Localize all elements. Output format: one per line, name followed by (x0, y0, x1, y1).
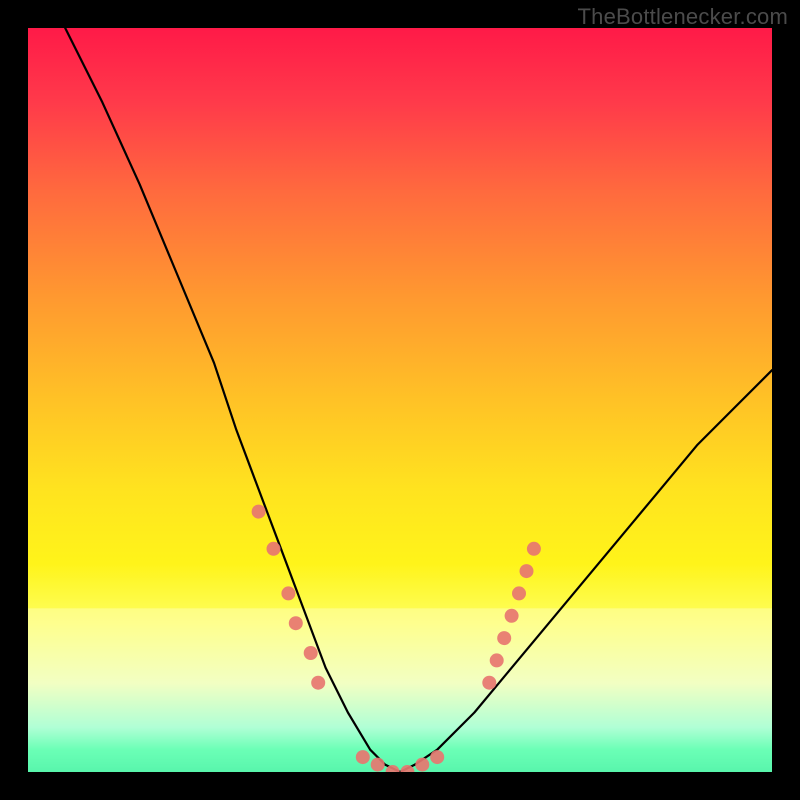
data-marker (512, 586, 526, 600)
data-marker (311, 676, 325, 690)
data-marker (371, 758, 385, 772)
plot-area (28, 28, 772, 772)
bottleneck-curve (65, 28, 772, 772)
data-marker (289, 616, 303, 630)
watermark-text: TheBottlenecker.com (578, 4, 788, 30)
data-marker (430, 750, 444, 764)
data-marker (482, 676, 496, 690)
data-marker (267, 542, 281, 556)
data-marker (497, 631, 511, 645)
best-zone-band (28, 608, 772, 772)
data-marker (520, 564, 534, 578)
data-marker (252, 505, 266, 519)
data-marker (490, 653, 504, 667)
data-marker (281, 586, 295, 600)
data-marker (505, 609, 519, 623)
chart-svg (28, 28, 772, 772)
data-marker (400, 765, 414, 772)
chart-frame: TheBottlenecker.com (0, 0, 800, 800)
data-marker (415, 758, 429, 772)
data-marker (356, 750, 370, 764)
data-marker (386, 765, 400, 772)
data-marker (304, 646, 318, 660)
data-marker (527, 542, 541, 556)
